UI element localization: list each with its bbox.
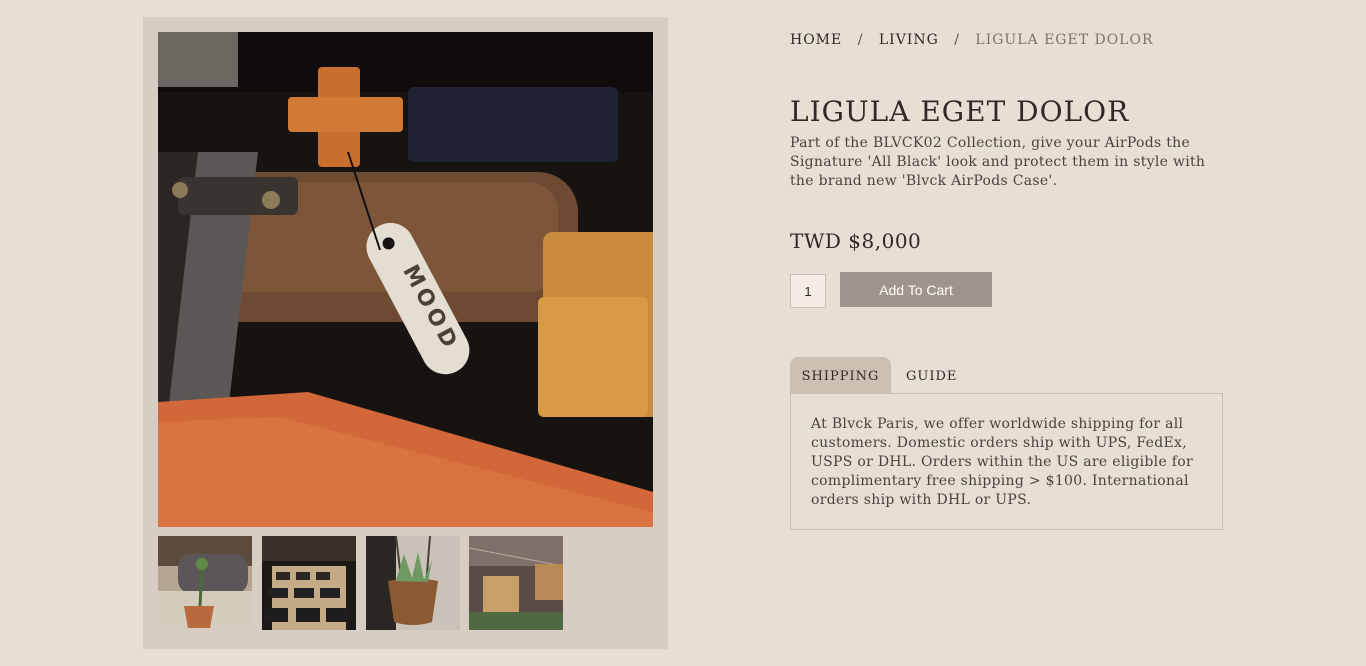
breadcrumb-separator: / [857,32,864,48]
breadcrumb-separator: / [954,32,960,48]
shipping-text: At Blvck Paris, we offer worldwide shipp… [811,416,1193,508]
product-description: Part of the BLVCK02 Collection, give you… [790,135,1206,189]
shipping-panel: At Blvck Paris, we offer worldwide shipp… [790,393,1223,530]
breadcrumb-current: LIGULA EGET DOLOR [975,32,1154,48]
thumbnail-4[interactable] [469,536,563,630]
product-gallery: MOOD [143,17,668,649]
thumbnail-3[interactable] [366,536,460,630]
tab-guide[interactable]: GUIDE [906,357,957,393]
product-title: LIGULA EGET DOLOR [790,95,1130,128]
breadcrumb-home-link[interactable]: HOME [790,32,842,48]
add-to-cart-button[interactable]: Add To Cart [840,272,992,307]
quantity-input[interactable] [790,274,826,308]
product-price: TWD $8,000 [790,229,922,253]
tab-shipping[interactable]: SHIPPING [790,357,891,393]
main-product-image: MOOD [158,32,653,527]
thumbnail-1[interactable] [158,536,252,630]
breadcrumb: HOME / LIVING / LIGULA EGET DOLOR [790,32,1154,48]
thumbnail-2[interactable] [262,536,356,630]
breadcrumb-category-link[interactable]: LIVING [879,32,939,48]
